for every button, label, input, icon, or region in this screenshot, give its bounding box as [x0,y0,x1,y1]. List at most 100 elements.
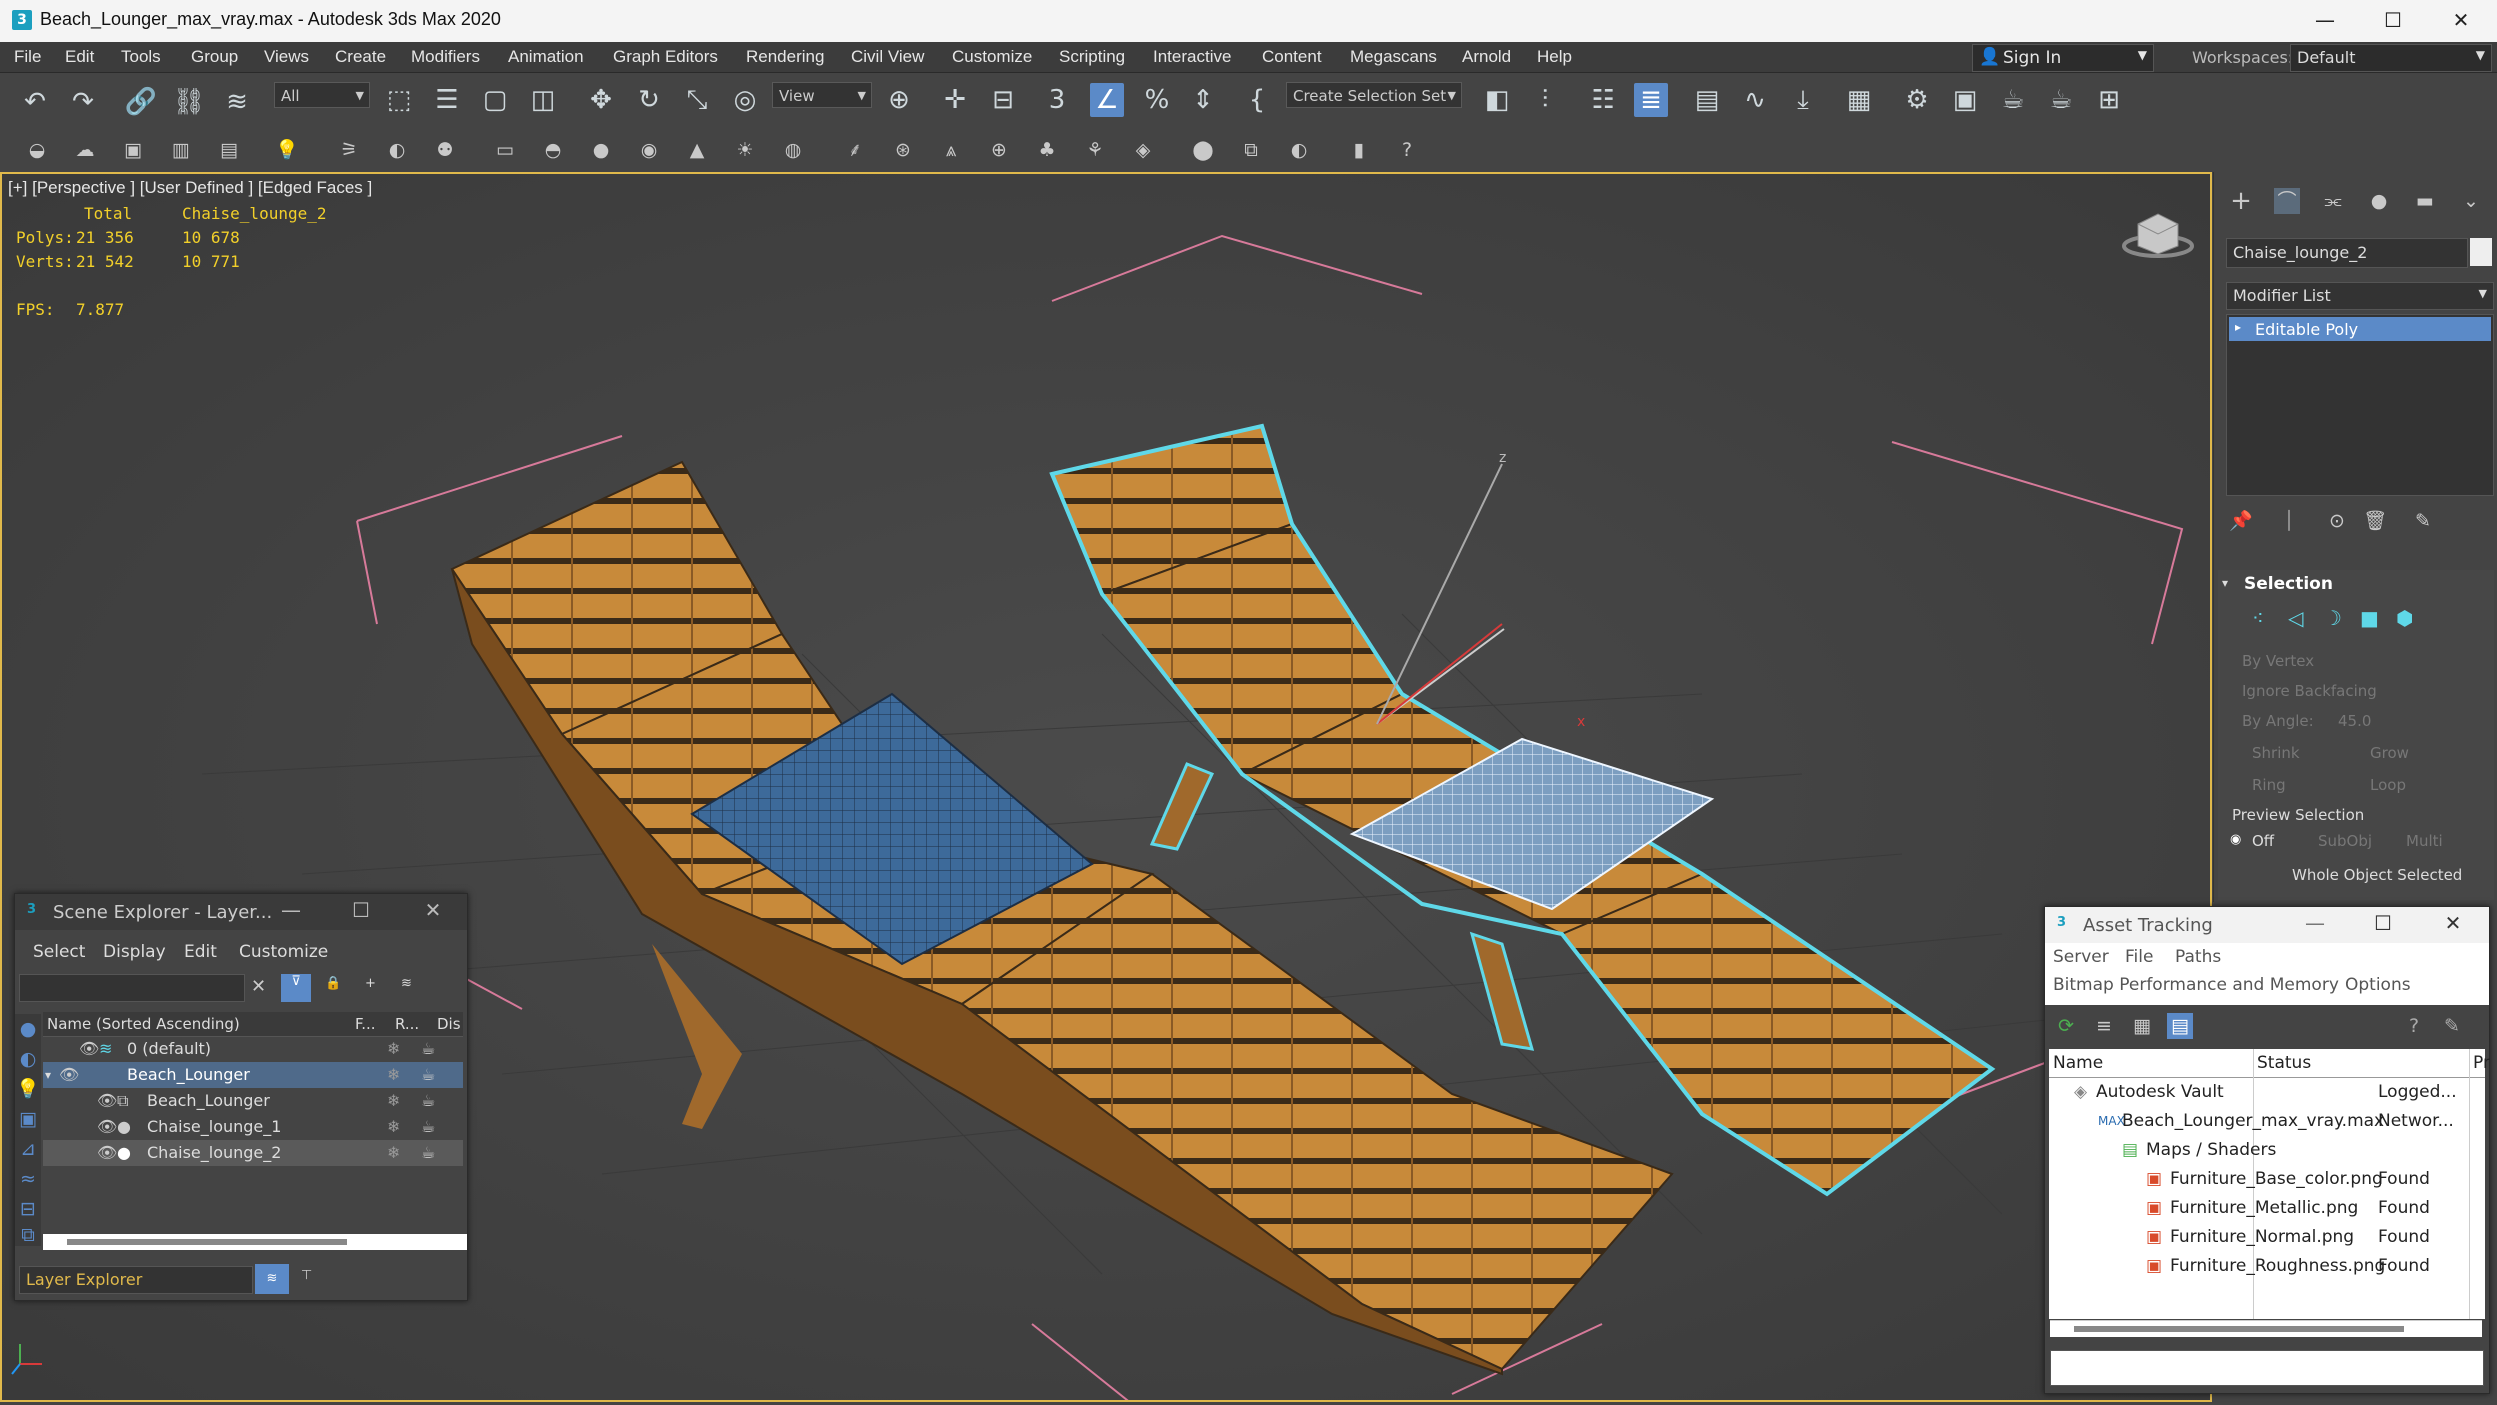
close-button[interactable]: ✕ [413,898,453,922]
minimize-button[interactable]: — [271,898,311,922]
modifier-stack-item[interactable]: ▸ Editable Poly [2229,317,2491,341]
menu-content[interactable]: Content [1262,47,1322,67]
menu-civil-view[interactable]: Civil View [851,47,924,67]
select-manipulate-icon[interactable]: ✛ [938,83,972,117]
column-status[interactable]: Status [2257,1053,2311,1073]
menu-select[interactable]: Select [33,942,85,962]
collapse-icon[interactable]: ▾ [45,1062,51,1088]
asset-row-vault[interactable]: ◈ Autodesk Vault Logged... [2050,1078,2478,1107]
display-geometry-icon[interactable]: ● [15,1016,41,1042]
cone-icon[interactable]: ▲ [684,137,710,163]
render-teapot-icon[interactable]: ☕ [421,1114,435,1140]
search-input[interactable] [19,974,245,1002]
edge-icon[interactable]: ◁ [2288,606,2303,630]
select-object-icon[interactable]: ⬚ [382,83,416,117]
menu-animation[interactable]: Animation [508,47,584,67]
workspace-dropdown[interactable]: Default ▼ [2290,44,2492,72]
help-icon[interactable]: ? [1394,137,1420,163]
move-icon[interactable]: ✥ [584,83,618,117]
menu-create[interactable]: Create [335,47,386,67]
pin-icon[interactable]: ✎ [2439,1013,2465,1039]
material-editor-icon[interactable]: ▦ [1842,83,1876,117]
menu-help[interactable]: Help [1537,47,1572,67]
maximize-button[interactable]: ☐ [341,898,381,922]
display-cameras-icon[interactable]: ▣ [15,1106,41,1132]
pin-stack-icon[interactable]: 📌 [2228,508,2254,534]
menu-tools[interactable]: Tools [121,47,161,67]
ignore-backfacing-checkbox[interactable]: Ignore Backfacing [2242,682,2377,700]
placement-icon[interactable]: ◎ [728,83,762,117]
eye-icon[interactable]: 👁 [97,1114,117,1140]
teapot-icon[interactable]: ☁ [72,137,98,163]
by-vertex-checkbox[interactable]: By Vertex [2242,652,2314,670]
horizontal-scrollbar[interactable] [43,1234,467,1250]
menu-views[interactable]: Views [264,47,309,67]
table-view-icon[interactable]: ▤ [2167,1013,2193,1039]
sphere-light-icon[interactable]: ● [588,137,614,163]
configure-modifier-sets-icon[interactable]: ✎ [2410,508,2436,534]
render-teapot-icon[interactable]: ☕ [421,1062,435,1088]
render-iterative-icon[interactable]: ☕ [2044,83,2078,117]
snaps-toggle-icon[interactable]: 3 [1040,83,1074,117]
element-icon[interactable]: ⬢ [2396,606,2413,630]
display-helpers-icon[interactable]: ⊿ [15,1136,41,1162]
named-selection-set-dropdown[interactable]: Create Selection Set ▼ [1286,82,1462,108]
edit-named-selection-icon[interactable]: { [1240,83,1274,117]
maximize-button[interactable]: ☐ [2363,4,2423,36]
schematic-view-icon[interactable]: ⤓ [1786,83,1820,117]
freeze-icon[interactable]: ❄ [387,1036,400,1062]
percent-snap-icon[interactable]: % [1140,83,1174,117]
column-pr[interactable]: Pr [2473,1053,2490,1073]
vertex-icon[interactable]: ⁖ [2252,606,2264,630]
off-radio[interactable]: ◉ [2230,832,2241,847]
column-render[interactable]: R... [395,1015,419,1033]
display-groups-icon[interactable]: ⊟ [15,1196,41,1222]
layer-row-beach-lounger[interactable]: ▾ 👁 Beach_Lounger ❄ ☕ [43,1062,463,1088]
menu-customize[interactable]: Customize [239,942,328,962]
menu-megascans[interactable]: Megascans [1350,47,1437,67]
column-name[interactable]: Name (Sorted Ascending) [47,1015,240,1033]
menu-file[interactable]: File [2125,947,2153,967]
refresh-icon[interactable]: ⟳ [2053,1013,2079,1039]
render-setup-icon[interactable]: ⚙ [1900,83,1934,117]
modify-tab-icon[interactable]: ⌒ [2274,188,2300,214]
asset-row-maps-shaders[interactable]: ▤ Maps / Shaders [2050,1136,2478,1165]
layers-icon[interactable]: ≋ [401,976,412,991]
menu-arnold[interactable]: Arnold [1462,47,1511,67]
display-spacewarps-icon[interactable]: ≈ [15,1166,41,1192]
ribbon-toggle-icon[interactable]: ▤ [1690,83,1724,117]
minimize-button[interactable]: — [2295,911,2335,935]
fx-icon[interactable]: ⚘ [1082,137,1108,163]
loop-button[interactable]: Loop [2370,776,2406,794]
object-row-chaise-lounge-1[interactable]: 👁 ● Chaise_lounge_1 ❄ ☕ [43,1114,463,1140]
eye-icon[interactable]: 👁 [79,1036,99,1062]
freeze-icon[interactable]: ❄ [387,1114,400,1140]
globe-icon[interactable]: ⊕ [986,137,1012,163]
keyboard-shortcut-icon[interactable]: ⊟ [986,83,1020,117]
box-icon[interactable]: ▣ [120,137,146,163]
selection-rollout-title[interactable]: Selection [2244,574,2333,594]
viewport-label[interactable]: [+] [Perspective ] [User Defined ] [Edge… [8,178,372,198]
rectangular-selection-icon[interactable]: ▢ [478,83,512,117]
batch-icon[interactable]: ▮ [1346,137,1372,163]
scale-icon[interactable]: ⤡ [680,83,714,117]
render-production-icon[interactable]: ☕ [1996,83,2030,117]
add-layer-icon[interactable]: + [365,976,376,991]
select-by-name-icon[interactable]: ☰ [430,83,464,117]
menu-graph-editors[interactable]: Graph Editors [613,47,718,67]
camera-icon[interactable]: ⚞ [336,137,362,163]
asset-row-base-color[interactable]: ▣ Furniture_Base_color.png Found [2050,1165,2478,1194]
spinner-snap-icon[interactable]: ⇕ [1186,83,1220,117]
render-teapot-icon[interactable]: ☕ [421,1036,435,1062]
menu-edit[interactable]: Edit [65,47,94,67]
light-icon[interactable]: 💡 [274,137,300,163]
list-icon[interactable]: ≡ [2091,1013,2117,1039]
bind-space-warp-icon[interactable]: ≋ [220,85,254,119]
eye-icon[interactable]: 👁 [97,1140,117,1166]
lock-icon[interactable]: 🔒 [325,976,341,991]
render-teapot-icon[interactable]: ☕ [421,1140,435,1166]
angle-spinner[interactable]: 45.0 [2338,712,2371,730]
window-crossing-icon[interactable]: ◫ [526,83,560,117]
polygon-icon[interactable]: ■ [2360,606,2379,630]
layer-row-default[interactable]: 👁 ≋ 0 (default) ❄ ☕ [43,1036,463,1062]
